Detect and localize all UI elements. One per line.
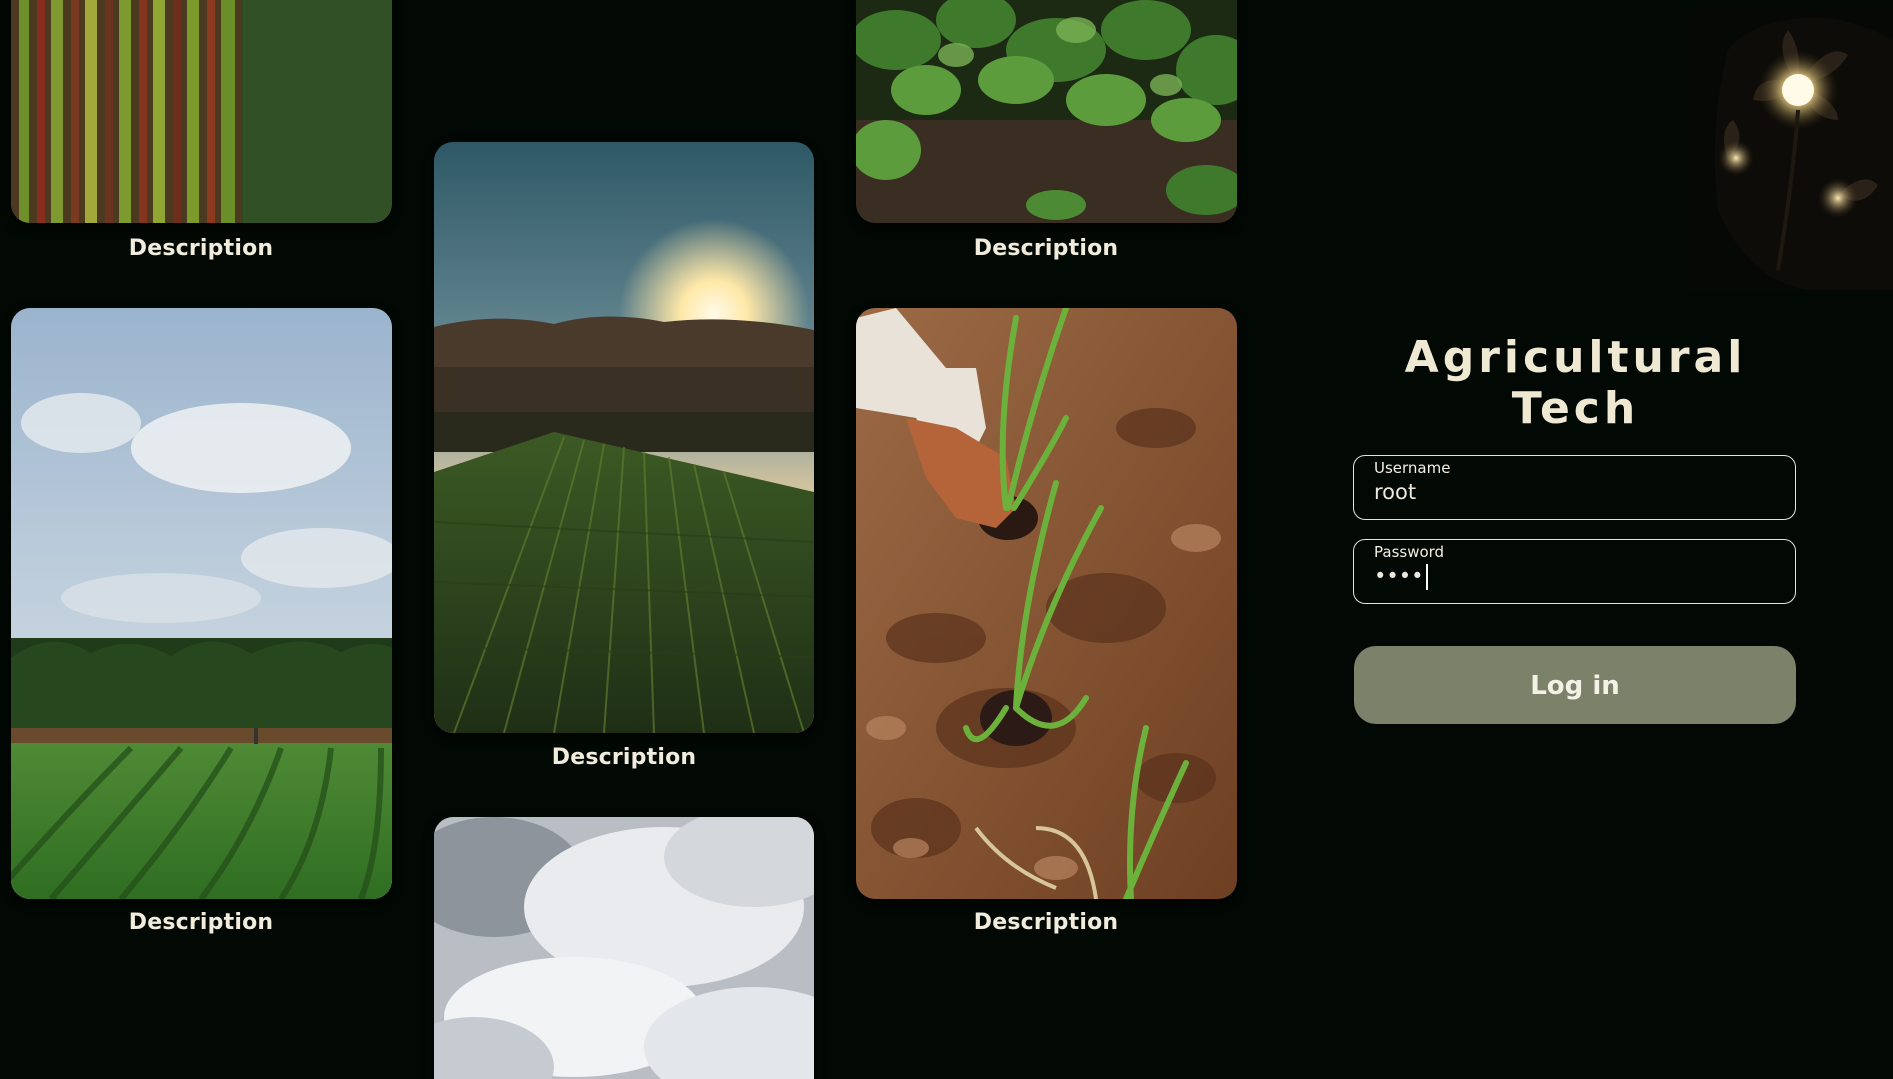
gallery-image-cloudy-sky[interactable]	[434, 817, 814, 1079]
card-caption: Description	[128, 910, 274, 935]
text-caret	[1425, 564, 1428, 590]
password-masked-value: ••••	[1374, 564, 1424, 588]
gallery-image-leafy-seedlings[interactable]	[856, 0, 1237, 223]
gallery-image-hand-planting-onion[interactable]	[856, 308, 1237, 899]
username-input[interactable]: root	[1374, 480, 1774, 504]
login-button[interactable]: Log in	[1354, 646, 1796, 724]
password-input[interactable]: ••••	[1374, 564, 1774, 590]
password-label: Password	[1374, 543, 1445, 561]
glowing-flower-logo-icon	[1688, 10, 1893, 290]
password-field[interactable]: Password ••••	[1353, 539, 1796, 604]
login-page: Description Description Description Desc…	[0, 0, 1893, 1079]
gallery-image-sunset-green-field[interactable]	[434, 142, 814, 733]
card-caption: Description	[973, 236, 1119, 261]
username-label: Username	[1374, 459, 1451, 477]
card-caption: Description	[973, 910, 1119, 935]
gallery-image-aerial-crop-rows[interactable]	[11, 0, 392, 223]
app-title: Agricultural Tech	[1404, 332, 1747, 434]
card-caption: Description	[551, 745, 697, 770]
gallery-image-crop-rows-under-sky[interactable]	[11, 308, 392, 899]
username-field[interactable]: Username root	[1353, 455, 1796, 520]
card-caption: Description	[128, 236, 274, 261]
